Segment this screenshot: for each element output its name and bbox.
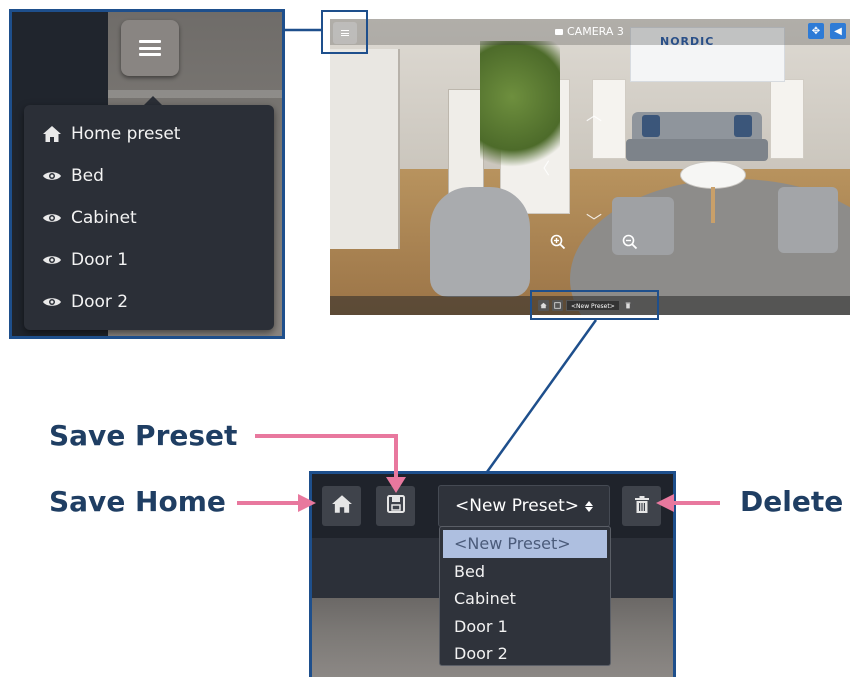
home-icon (41, 125, 63, 143)
preset-select-value: <New Preset> (455, 496, 579, 516)
dropdown-option-bed[interactable]: Bed (443, 558, 607, 586)
room-table-leg (711, 187, 715, 223)
preset-select[interactable]: <New Preset> (438, 485, 610, 527)
eye-icon (41, 293, 63, 311)
highlight-preset-controls (530, 290, 659, 320)
preset-menu-callout: Home preset Bed Cabinet Door 1 Door 2 (9, 9, 285, 339)
save-icon (386, 494, 406, 518)
annotation-delete: Delete (740, 485, 844, 518)
save-home-button[interactable] (322, 486, 361, 526)
preset-dropdown-list: <New Preset> Bed Cabinet Door 1 Door 2 (439, 526, 611, 666)
home-icon (331, 494, 353, 518)
room-table (680, 161, 746, 189)
zoom-in-icon[interactable] (549, 233, 567, 251)
camera-title: CAMERA 3 (555, 25, 624, 38)
dropdown-option-door-2[interactable]: Door 2 (443, 640, 607, 668)
dropdown-option-cabinet[interactable]: Cabinet (443, 585, 607, 613)
preset-menu-item-label: Cabinet (71, 208, 137, 228)
sort-caret-icon (584, 500, 593, 512)
dropdown-option-new-preset[interactable]: <New Preset> (443, 530, 607, 558)
save-preset-button[interactable] (376, 486, 415, 526)
room-door (330, 49, 400, 249)
preset-menu-item-label: Bed (71, 166, 104, 186)
zoom-out-icon[interactable] (621, 233, 639, 251)
preset-menu: Home preset Bed Cabinet Door 1 Door 2 (24, 105, 274, 330)
preset-menu-item-cabinet[interactable]: Cabinet (24, 197, 274, 239)
room-pillow (734, 115, 752, 137)
camera-view: NORDIC CAMERA 3 ✥ ◀ ︿ ﹀ 〈 <New Preset> (330, 19, 850, 315)
hamburger-icon (139, 40, 161, 56)
room-chair (430, 187, 530, 297)
room-pillow (642, 115, 660, 137)
preset-menu-item-door-2[interactable]: Door 2 (24, 281, 274, 323)
camera-icon (555, 28, 563, 35)
room-door (448, 89, 484, 199)
trash-icon (634, 495, 650, 518)
preset-menu-item-label: Home preset (71, 124, 181, 144)
volume-icon[interactable]: ◀ (830, 23, 846, 39)
room-plinth (770, 79, 804, 159)
eye-icon (41, 251, 63, 269)
room-sofa-seat (626, 139, 768, 161)
pan-up-icon[interactable]: ︿ (586, 107, 602, 123)
move-icon[interactable]: ✥ (808, 23, 824, 39)
annotation-save-home: Save Home (49, 485, 226, 518)
preset-controls-zoom: <New Preset> <New Preset> Bed Cabinet Do… (309, 471, 676, 677)
preset-menu-item-door-1[interactable]: Door 1 (24, 239, 274, 281)
preset-menu-item-label: Door 2 (71, 292, 129, 312)
preset-menu-item-label: Door 1 (71, 250, 129, 270)
highlight-menu-button (321, 10, 368, 54)
hamburger-menu-button[interactable] (121, 20, 179, 76)
eye-icon (41, 167, 63, 185)
preset-menu-item-home[interactable]: Home preset (24, 113, 274, 155)
pan-down-icon[interactable]: ﹀ (586, 214, 602, 230)
camera-title-text: CAMERA 3 (567, 25, 624, 38)
eye-icon (41, 209, 63, 227)
annotation-save-preset: Save Preset (49, 419, 238, 452)
pan-left-icon[interactable]: 〈 (534, 161, 550, 177)
room-chair (778, 187, 838, 253)
dropdown-option-door-1[interactable]: Door 1 (443, 613, 607, 641)
preset-menu-item-bed[interactable]: Bed (24, 155, 274, 197)
delete-preset-button[interactable] (622, 486, 661, 526)
